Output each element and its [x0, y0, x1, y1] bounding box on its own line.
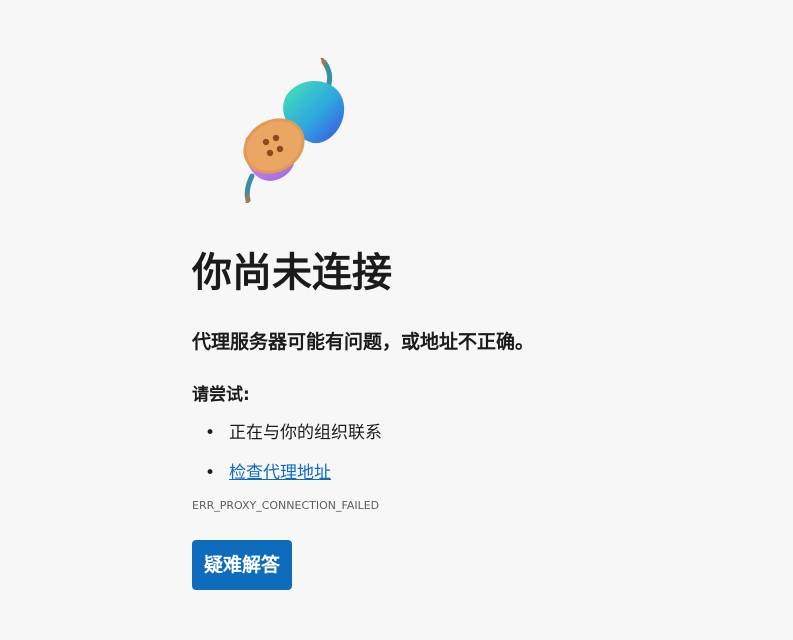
suggestion-list: • 正在与你的组织联系 • 检查代理地址 [192, 421, 752, 485]
page-title: 你尚未连接 [192, 250, 392, 296]
error-code: ERR_PROXY_CONNECTION_FAILED [192, 499, 380, 512]
troubleshoot-button[interactable]: 疑难解答 [192, 540, 293, 590]
suggestion-text: 正在与你的组织联系 [229, 423, 382, 443]
error-page: 你尚未连接 代理服务器可能有问题，或地址不正确。 请尝试: • 正在与你的组织联… [192, 58, 752, 590]
error-subtitle: 代理服务器可能有问题，或地址不正确。 [192, 331, 535, 353]
disconnected-plug-icon [243, 58, 345, 203]
check-proxy-link[interactable]: 检查代理地址 [229, 463, 331, 483]
suggestion-contact-organization: • 正在与你的组织联系 [192, 421, 752, 445]
bullet-marker: • [205, 423, 216, 443]
bullet-marker: • [205, 463, 216, 483]
suggestion-check-proxy: • 检查代理地址 [192, 461, 752, 485]
try-label: 请尝试: [192, 385, 250, 405]
